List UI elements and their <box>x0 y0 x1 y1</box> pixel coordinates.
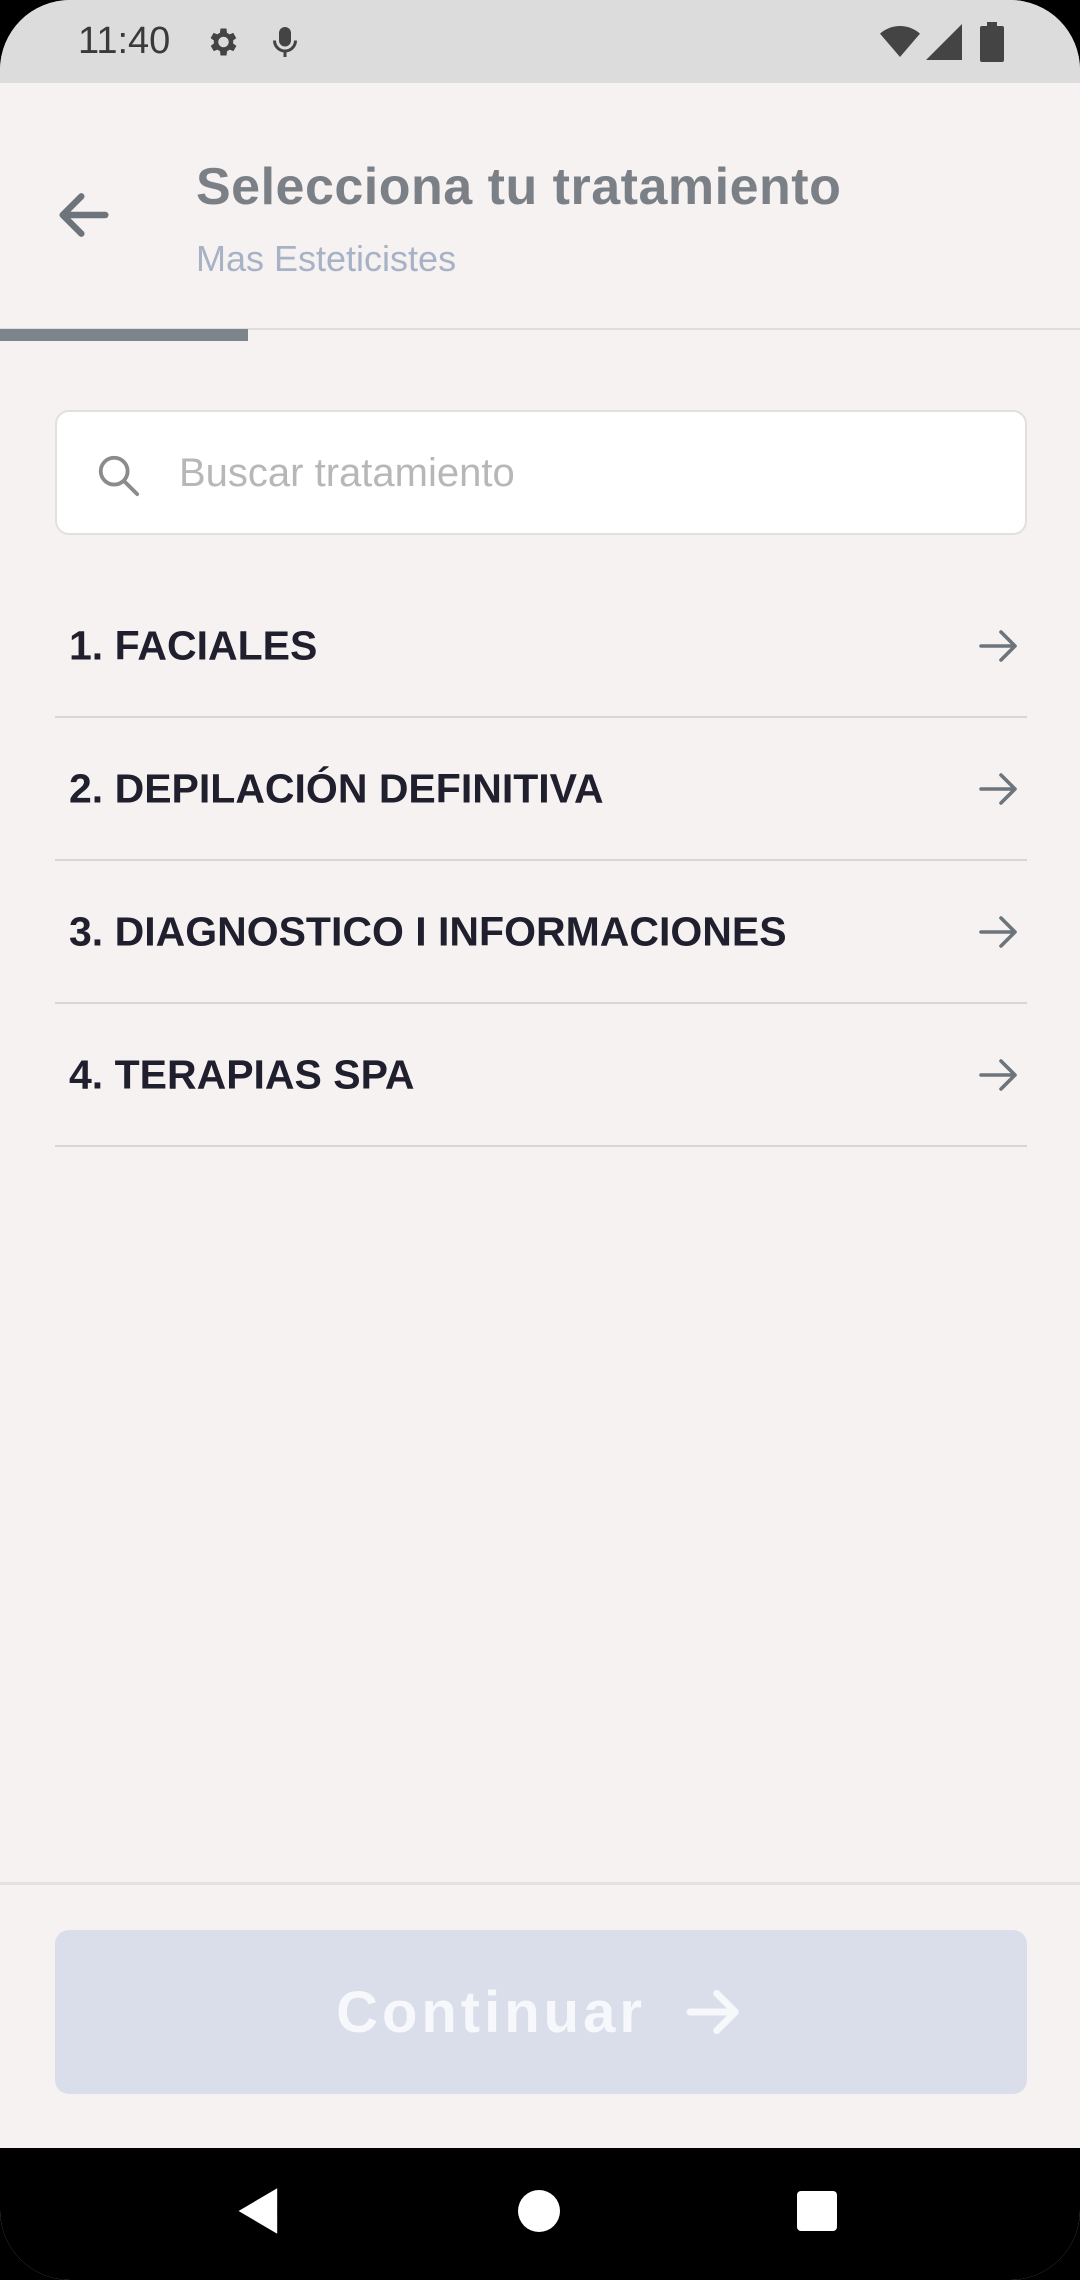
back-arrow-icon[interactable] <box>52 183 116 247</box>
list-item-label: 1. FACIALES <box>69 622 318 668</box>
nav-recents-icon[interactable] <box>797 2191 837 2231</box>
arrow-right-icon <box>979 772 1017 805</box>
list-item[interactable]: 1. FACIALES <box>55 575 1027 718</box>
system-nav-bar <box>0 2148 1080 2280</box>
search-box[interactable] <box>55 410 1027 535</box>
footer-divider <box>0 1882 1080 1885</box>
app-screen: 11:40 Selecciona tu tratamiento Mas Este… <box>0 0 1080 2280</box>
list-item[interactable]: 3. DIAGNOSTICO I INFORMACIONES <box>55 861 1027 1004</box>
list-item-label: 2. DEPILACIÓN DEFINITIVA <box>69 765 604 811</box>
continue-button[interactable]: Continuar <box>55 1930 1027 2094</box>
arrow-right-icon <box>686 1989 739 2035</box>
list-item-label: 4. TERAPIAS SPA <box>69 1051 415 1097</box>
treatment-list: 1. FACIALES 2. DEPILACIÓN DEFINITIVA 3. … <box>55 575 1027 1147</box>
list-item[interactable]: 2. DEPILACIÓN DEFINITIVA <box>55 718 1027 861</box>
status-time: 11:40 <box>78 20 171 62</box>
page-title: Selecciona tu tratamiento <box>196 158 842 216</box>
battery-icon <box>980 22 1004 62</box>
arrow-right-icon <box>979 629 1017 662</box>
search-input[interactable] <box>179 440 999 506</box>
wifi-icon <box>880 26 920 57</box>
nav-home-icon[interactable] <box>518 2190 560 2232</box>
page-subtitle: Mas Esteticistes <box>196 238 457 279</box>
signal-icon <box>926 24 962 60</box>
arrow-right-icon <box>979 915 1017 948</box>
progress-bar <box>0 329 248 341</box>
list-item-label: 3. DIAGNOSTICO I INFORMACIONES <box>69 908 787 954</box>
gear-icon <box>210 28 237 56</box>
mic-icon <box>273 27 297 57</box>
arrow-right-icon <box>979 1058 1017 1091</box>
nav-back-icon[interactable] <box>236 2186 282 2236</box>
continue-button-label: Continuar <box>336 1979 646 2045</box>
list-item[interactable]: 4. TERAPIAS SPA <box>55 1004 1027 1147</box>
status-bar: 11:40 <box>0 0 1080 83</box>
search-icon <box>98 455 140 497</box>
header: Selecciona tu tratamiento Mas Esteticist… <box>0 83 1080 328</box>
